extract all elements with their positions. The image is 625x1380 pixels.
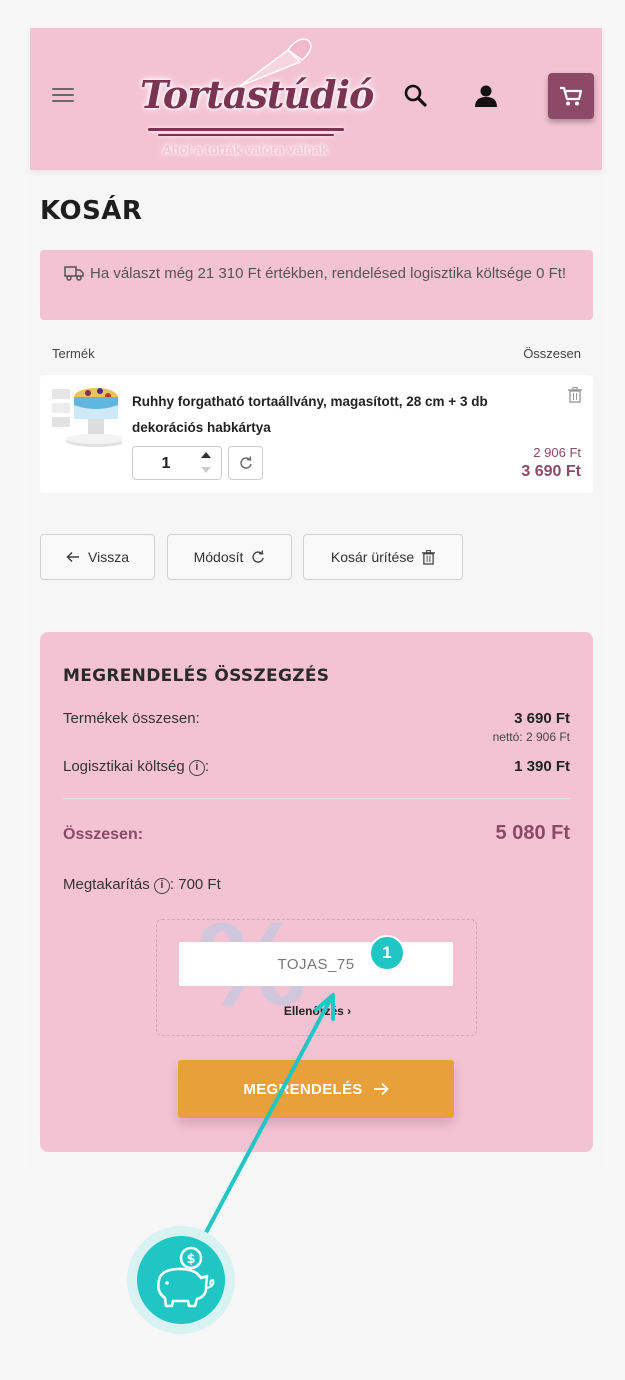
coupon-box: % Ellenőrzés › xyxy=(156,919,477,1036)
grand-total-label: Összesen: xyxy=(63,826,144,843)
logo[interactable]: Tortastúdió Ahol a torták valóra válnak xyxy=(130,28,374,170)
annotation-badge: 1 xyxy=(369,935,405,971)
modify-button[interactable]: Módosít xyxy=(167,534,292,580)
menu-icon[interactable] xyxy=(52,88,74,104)
trash-icon xyxy=(422,549,436,565)
logo-tagline: Ahol a torták valóra válnak xyxy=(162,142,328,157)
arrow-left-icon xyxy=(66,552,79,562)
piggy-bank-badge: $ xyxy=(137,1236,225,1324)
info-icon[interactable]: i xyxy=(188,760,205,776)
column-product: Termék xyxy=(52,346,95,361)
item-price-net: 2 906 Ft xyxy=(533,445,581,460)
back-button[interactable]: Vissza xyxy=(40,534,155,580)
savings-value: : 700 Ft xyxy=(169,876,221,893)
savings-label: Megtakarítás xyxy=(63,876,150,893)
logistics-label-row: Logisztikai költség i: xyxy=(63,758,209,776)
refresh-icon xyxy=(252,550,265,563)
trash-icon[interactable] xyxy=(568,387,582,403)
quantity-stepper[interactable]: 1 xyxy=(132,446,222,480)
empty-cart-button[interactable]: Kosár ürítése xyxy=(303,534,463,580)
modify-label: Módosít xyxy=(193,549,244,565)
order-button[interactable]: MEGRENDELÉS xyxy=(178,1060,454,1118)
update-quantity-button[interactable] xyxy=(228,446,263,480)
page-title: KOSÁR xyxy=(40,196,143,226)
grand-total-value: 5 080 Ft xyxy=(495,822,570,844)
piggy-bank-icon: $ xyxy=(156,1246,215,1308)
item-price-gross: 3 690 Ft xyxy=(521,463,581,480)
quantity-value[interactable]: 1 xyxy=(133,455,199,473)
products-total-label: Termékek összesen: xyxy=(63,710,200,727)
product-name[interactable]: Ruhhy forgatható tortaállvány, magasítot… xyxy=(132,389,532,441)
order-button-label: MEGRENDELÉS xyxy=(243,1080,363,1098)
truck-icon xyxy=(64,266,84,281)
column-total: Összesen xyxy=(523,346,581,361)
logo-text: Tortastúdió xyxy=(140,72,374,117)
coupon-input[interactable] xyxy=(179,942,453,986)
products-net-value: nettó: 2 906 Ft xyxy=(492,730,570,744)
empty-cart-label: Kosár ürítése xyxy=(330,549,415,565)
summary-title: MEGRENDELÉS ÖSSZEGZÉS xyxy=(63,666,330,686)
cart-item: Ruhhy forgatható tortaállvány, magasítot… xyxy=(40,375,593,493)
info-icon[interactable]: i xyxy=(153,878,170,894)
site-header: Tortastúdió Ahol a torták valóra válnak xyxy=(30,28,602,170)
cart-button[interactable] xyxy=(548,73,594,119)
coupon-check-label: Ellenőrzés xyxy=(283,1004,344,1018)
notice-text: Ha választ még 21 310 Ft értékben, rende… xyxy=(90,265,567,282)
order-summary: MEGRENDELÉS ÖSSZEGZÉS Termékek összesen:… xyxy=(40,632,593,1152)
colon: : xyxy=(204,758,210,775)
svg-text:$: $ xyxy=(186,1252,195,1267)
user-icon[interactable] xyxy=(472,82,500,110)
free-shipping-notice: Ha választ még 21 310 Ft értékben, rende… xyxy=(40,250,593,320)
refresh-icon xyxy=(240,456,252,469)
savings-row: Megtakarítás i: 700 Ft xyxy=(63,876,221,894)
cart-page: Tortastúdió Ahol a torták valóra válnak … xyxy=(30,28,602,1168)
cart-icon xyxy=(560,86,583,106)
product-thumbnail[interactable] xyxy=(50,383,122,459)
search-icon[interactable] xyxy=(402,82,430,110)
quantity-decrease-icon[interactable] xyxy=(201,467,211,473)
logistics-label: Logisztikai költség xyxy=(63,758,185,775)
quantity-increase-icon[interactable] xyxy=(201,452,211,458)
summary-divider xyxy=(63,798,570,799)
coupon-check-link[interactable]: Ellenőrzés › xyxy=(157,1004,476,1018)
logo-underline xyxy=(148,128,344,131)
logo-underline-2 xyxy=(158,134,334,136)
products-total-value: 3 690 Ft xyxy=(514,710,570,727)
arrow-right-icon xyxy=(373,1082,389,1096)
back-label: Vissza xyxy=(88,549,129,565)
logistics-value: 1 390 Ft xyxy=(514,758,570,775)
